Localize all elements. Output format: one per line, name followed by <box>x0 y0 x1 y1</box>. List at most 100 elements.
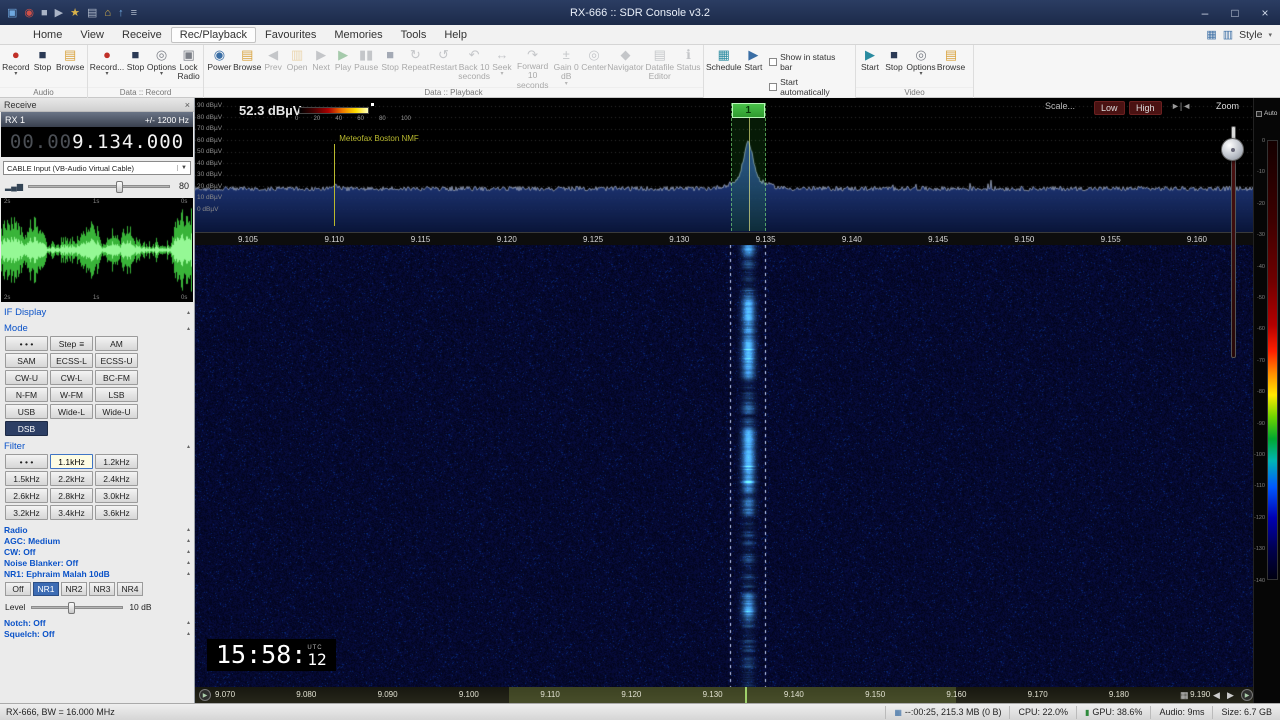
scroll-left-icon[interactable]: ◀ <box>1213 690 1220 701</box>
level-slider-thumb[interactable] <box>68 601 76 614</box>
menu-view[interactable]: View <box>71 27 113 43</box>
span-arrows-button[interactable]: ►|◄ <box>1171 101 1191 111</box>
mode-wide-u-button[interactable]: Wide-U <box>95 404 138 419</box>
audio-record-button[interactable]: ● Record ▾ <box>2 46 30 87</box>
spectrum-frequency-scale[interactable]: 9.105 9.110 9.115 9.120 9.125 9.130 9.135 9.140… <box>195 232 1253 245</box>
section-if-display[interactable]: IF Display ▴ <box>0 306 194 318</box>
volume-slider[interactable] <box>27 180 170 193</box>
mode-ecss-u-button[interactable]: ECSS-U <box>95 353 138 368</box>
menu-favourites[interactable]: Favourites <box>256 27 325 43</box>
nr-setting[interactable]: NR1: Ephraim Malah 10dB ▴ <box>0 568 194 579</box>
minimize-button[interactable]: – <box>1190 0 1220 25</box>
menu-rec-playback[interactable]: Rec/Playback <box>170 26 257 43</box>
filter-2.4khz-button[interactable]: 2.4kHz <box>95 471 138 486</box>
channel-number-tab[interactable]: 1 <box>731 103 765 118</box>
filter-2.8khz-button[interactable]: 2.8kHz <box>50 488 93 503</box>
auto-range-checkbox[interactable]: Auto <box>1256 110 1277 117</box>
noise-blanker-setting[interactable]: Noise Blanker: Off ▴ <box>0 557 194 568</box>
mode-usb-button[interactable]: USB <box>5 404 48 419</box>
datafile-editor-button[interactable]: ▤ Datafile Editor <box>643 46 676 87</box>
menu-receive[interactable]: Receive <box>113 27 171 43</box>
style-menu[interactable]: Style <box>1239 29 1262 41</box>
close-icon[interactable]: × <box>185 100 190 110</box>
playback-browse-button[interactable]: ▤ Browse <box>233 46 262 87</box>
playback-power-button[interactable]: ◉ Power <box>206 46 233 87</box>
mode-bc-fm-button[interactable]: BC-FM <box>95 370 138 385</box>
section-filter[interactable]: Filter ▴ <box>0 440 194 452</box>
menu-tools[interactable]: Tools <box>392 27 436 43</box>
playback-seek-button[interactable]: ↔ Seek ▾ <box>490 46 513 87</box>
nr1-button[interactable]: NR1 <box>33 582 59 596</box>
data-record-button[interactable]: ● Record... ▾ <box>90 46 125 87</box>
mode-step-button[interactable]: Step ≡ <box>50 336 93 351</box>
scale-button[interactable]: Scale... <box>1045 101 1075 111</box>
scroll-right-icon[interactable]: ▶ <box>1227 690 1234 701</box>
playback-status-button[interactable]: ℹ Status <box>676 46 701 87</box>
mode-w-fm-button[interactable]: W-FM <box>50 387 93 402</box>
close-button[interactable]: × <box>1250 0 1280 25</box>
filter-3.2khz-button[interactable]: 3.2kHz <box>5 505 48 520</box>
keyboard-icon[interactable]: ▦ <box>1180 690 1189 701</box>
play-icon[interactable]: ▶ <box>55 6 63 19</box>
cw-setting[interactable]: CW: Off ▴ <box>0 546 194 557</box>
playback-prev-button[interactable]: ◀ Prev <box>262 46 285 87</box>
schedule-button[interactable]: ▦ Schedule <box>706 46 742 87</box>
mode-more-button[interactable]: • • • <box>5 336 48 351</box>
playback-play-button[interactable]: ▶ Play <box>333 46 354 87</box>
squelch-setting[interactable]: Squelch: Off ▴ <box>0 628 194 639</box>
waterfall-display[interactable]: 15:58: UTC 12 <box>195 245 1253 687</box>
frequency-display[interactable]: 00.00 9.134.000 <box>1 127 193 157</box>
mode-n-fm-button[interactable]: N-FM <box>5 387 48 402</box>
audio-device-select[interactable]: CABLE Input (VB-Audio Virtual Cable) ▼ <box>3 161 191 175</box>
upload-icon[interactable]: ↑ <box>118 7 124 19</box>
stop-icon[interactable]: ■ <box>41 7 48 19</box>
show-in-status-bar-checkbox[interactable]: Show in status bar <box>769 52 849 72</box>
waterfall-canvas[interactable] <box>195 245 1253 687</box>
mode-wide-l-button[interactable]: Wide-L <box>50 404 93 419</box>
high-button[interactable]: High <box>1129 101 1162 115</box>
notch-setting[interactable]: Notch: Off ▴ <box>0 617 194 628</box>
star-icon[interactable]: ★ <box>70 6 80 19</box>
data-record-stop-button[interactable]: ■ Stop <box>124 46 147 87</box>
zoom-slider-knob[interactable] <box>1221 138 1244 161</box>
band-scroll-button[interactable]: ▶ <box>199 689 211 701</box>
band-play-button[interactable]: ▶ <box>1241 689 1253 701</box>
mode-dsb-button[interactable]: DSB <box>5 421 48 436</box>
filter-3.0khz-button[interactable]: 3.0kHz <box>95 488 138 503</box>
volume-slider-thumb[interactable] <box>115 180 123 193</box>
spectrum-display[interactable]: 90 dBµV 80 dBµV 70 dBµV 60 dBµV 50 dBµV 40 dB… <box>195 98 1253 232</box>
display-icon[interactable]: ▥ <box>1223 28 1233 41</box>
playback-pause-button[interactable]: ▮▮ Pause <box>354 46 379 87</box>
lock-radio-button[interactable]: ▣ Lock Radio <box>176 46 201 87</box>
playback-forward10-button[interactable]: ↷ Forward 10 seconds <box>513 46 551 90</box>
filter-1.2khz-button[interactable]: 1.2kHz <box>95 454 138 469</box>
playback-center-button[interactable]: ◎ Center <box>581 46 608 87</box>
video-options-button[interactable]: ◎ Options ▾ <box>906 46 936 87</box>
video-start-button[interactable]: ▶ Start <box>858 46 882 87</box>
nr4-button[interactable]: NR4 <box>117 582 143 596</box>
mode-am-button[interactable]: AM <box>95 336 138 351</box>
filter-1.5khz-button[interactable]: 1.5kHz <box>5 471 48 486</box>
nr2-button[interactable]: NR2 <box>61 582 87 596</box>
filter-3.6khz-button[interactable]: 3.6kHz <box>95 505 138 520</box>
nr3-button[interactable]: NR3 <box>89 582 115 596</box>
filter-1.1khz-button[interactable]: 1.1kHz <box>50 454 93 469</box>
record-icon[interactable]: ◉ <box>24 6 34 19</box>
filter-3.4khz-button[interactable]: 3.4kHz <box>50 505 93 520</box>
audio-browse-button[interactable]: ▤ Browse <box>55 46 85 87</box>
full-band-frequency-scale[interactable]: ▶ ▦ ◀ ▶ ▶ 9.070 9.080 9.090 9.100 9.110 9.120… <box>195 687 1253 703</box>
memory-icon[interactable]: ▤ <box>87 6 97 19</box>
agc-setting[interactable]: AGC: Medium ▴ <box>0 535 194 546</box>
menu-home[interactable]: Home <box>24 27 71 43</box>
playback-open-button[interactable]: ▥ Open <box>285 46 310 87</box>
playback-navigator-button[interactable]: ◆ Navigator <box>607 46 643 87</box>
data-record-options-button[interactable]: ◎ Options ▾ <box>147 46 176 87</box>
mode-ecss-l-button[interactable]: ECSS-L <box>50 353 93 368</box>
tuning-band[interactable]: 1 <box>730 103 766 231</box>
mode-sam-button[interactable]: SAM <box>5 353 48 368</box>
mode-cw-l-button[interactable]: CW-L <box>50 370 93 385</box>
playback-repeat-button[interactable]: ↻ Repeat <box>402 46 429 87</box>
video-browse-button[interactable]: ▤ Browse <box>936 46 966 87</box>
mode-cw-u-button[interactable]: CW-U <box>5 370 48 385</box>
section-radio[interactable]: Radio ▴ <box>0 524 194 535</box>
